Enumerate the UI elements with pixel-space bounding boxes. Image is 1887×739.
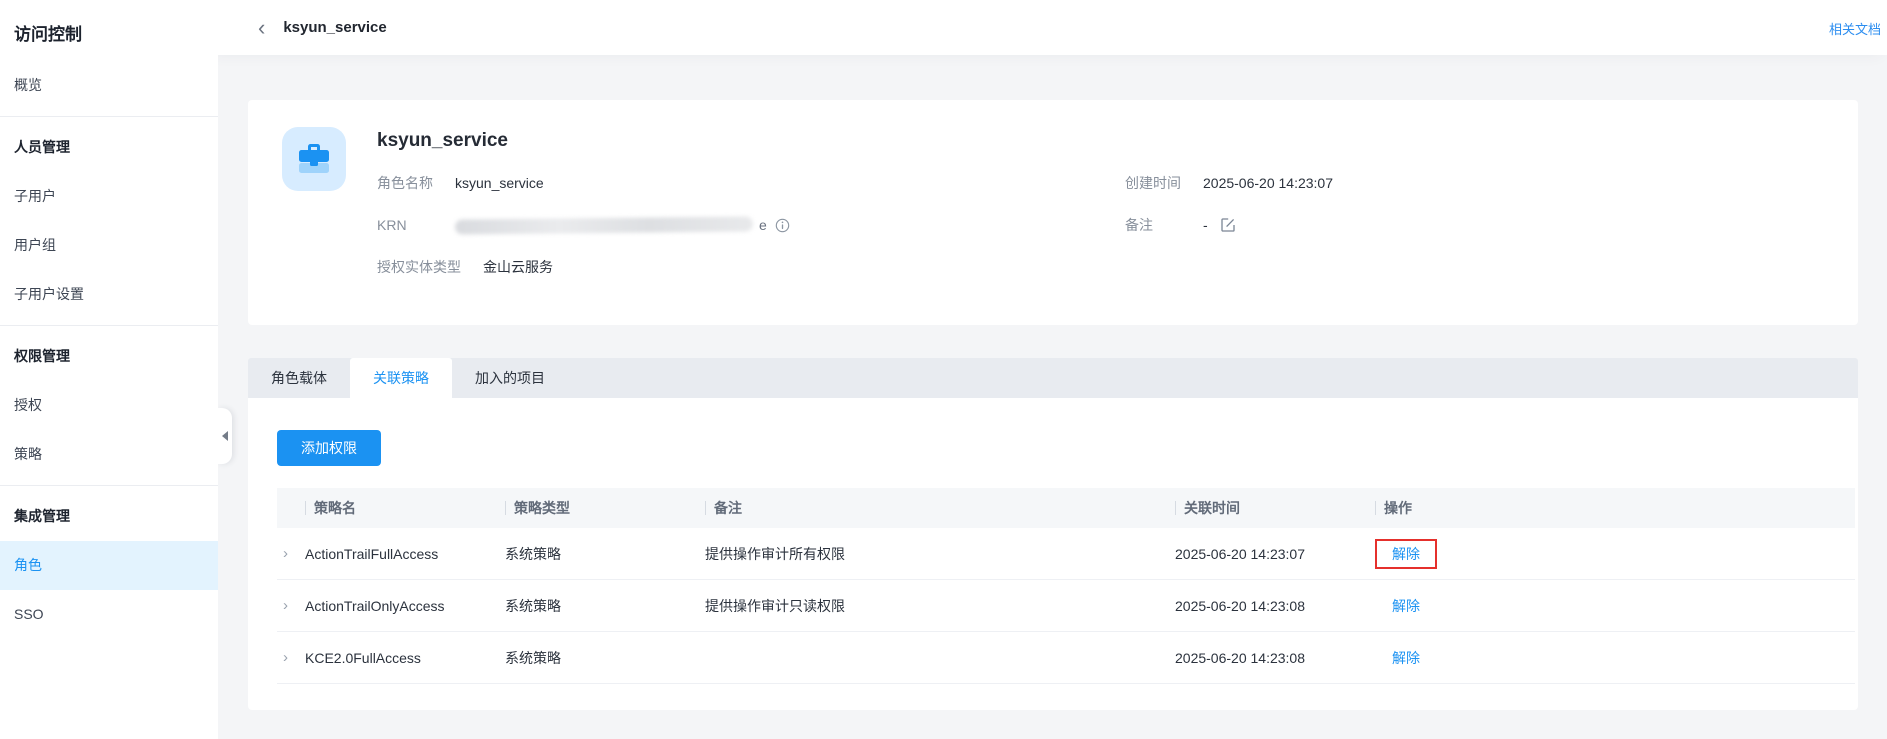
expand-row-icon[interactable]: › — [283, 545, 288, 562]
sidebar-section-user-management: 人员管理 — [0, 123, 218, 172]
sidebar-item-overview[interactable]: 概览 — [0, 61, 218, 110]
column-header-label: 备注 — [714, 500, 742, 516]
column-separator — [505, 501, 506, 515]
krn-visible-suffix: e — [759, 217, 767, 233]
policy-name: ActionTrailOnlyAccess — [305, 598, 505, 614]
column-header-action: 操作 — [1375, 498, 1855, 518]
column-header-label: 策略类型 — [514, 500, 570, 516]
sidebar-section-permission-management: 权限管理 — [0, 332, 218, 381]
page-title: ksyun_service — [283, 19, 386, 36]
sidebar-divider — [0, 485, 218, 486]
tab-attached-policies[interactable]: 关联策略 — [350, 358, 452, 398]
krn-value: e — [455, 217, 790, 233]
column-header-label: 关联时间 — [1184, 500, 1240, 516]
sidebar-item-user-group[interactable]: 用户组 — [0, 221, 218, 270]
entity-type-value: 金山云服务 — [483, 257, 553, 277]
column-separator — [705, 501, 706, 515]
attach-time: 2025-06-20 14:23:07 — [1175, 546, 1375, 562]
detail-tabs: 角色载体 关联策略 加入的项目 — [248, 358, 1858, 398]
table-header-row: 策略名 策略类型 备注 关联时间 操作 — [277, 488, 1855, 528]
related-docs-link[interactable]: 相关文档 — [1829, 19, 1881, 38]
policy-name: ActionTrailFullAccess — [305, 546, 505, 562]
role-info-card: ksyun_service 角色名称 ksyun_service KRN e 授… — [248, 100, 1858, 325]
expand-row-icon[interactable]: › — [283, 649, 288, 666]
role-title: ksyun_service — [377, 130, 508, 152]
back-icon[interactable]: ‹ — [254, 18, 269, 38]
collapse-left-icon — [222, 431, 228, 441]
sidebar-section-integration-management: 集成管理 — [0, 492, 218, 541]
sidebar: 访问控制 概览 人员管理 子用户 用户组 子用户设置 权限管理 授权 策略 集成… — [0, 0, 218, 739]
field-created-time: 创建时间 2025-06-20 14:23:07 — [1125, 172, 1333, 194]
annotation-highlight-box: 解除 — [1375, 539, 1437, 569]
sidebar-item-authorization[interactable]: 授权 — [0, 381, 218, 430]
policy-name: KCE2.0FullAccess — [305, 650, 505, 666]
column-header-policy-name: 策略名 — [305, 498, 505, 518]
column-header-remark: 备注 — [705, 498, 1175, 518]
role-briefcase-icon — [282, 127, 346, 191]
column-header-label: 操作 — [1384, 500, 1412, 516]
created-time-label: 创建时间 — [1125, 173, 1181, 193]
field-entity-type: 授权实体类型 金山云服务 — [377, 256, 553, 278]
policy-remark: 提供操作审计所有权限 — [705, 544, 1175, 564]
policy-type: 系统策略 — [505, 648, 705, 668]
policy-type: 系统策略 — [505, 596, 705, 616]
column-separator — [1175, 501, 1176, 515]
edit-remark-icon[interactable] — [1220, 217, 1236, 233]
table-row: › KCE2.0FullAccess 系统策略 2025-06-20 14:23… — [277, 632, 1855, 684]
attached-policies-panel: 添加权限 策略名 策略类型 备注 关联时间 操作 › ActionTrailFu… — [248, 398, 1858, 710]
krn-label: KRN — [377, 217, 433, 233]
sidebar-item-sub-user[interactable]: 子用户 — [0, 172, 218, 221]
expand-row-icon[interactable]: › — [283, 597, 288, 614]
column-separator — [305, 501, 306, 515]
attach-time: 2025-06-20 14:23:08 — [1175, 598, 1375, 614]
sidebar-item-sso[interactable]: SSO — [0, 590, 218, 639]
column-header-policy-type: 策略类型 — [505, 498, 705, 518]
add-permission-button[interactable]: 添加权限 — [277, 430, 381, 466]
info-icon[interactable] — [775, 218, 790, 233]
sidebar-item-sub-user-settings[interactable]: 子用户设置 — [0, 270, 218, 319]
sidebar-divider — [0, 116, 218, 117]
attach-time: 2025-06-20 14:23:08 — [1175, 650, 1375, 666]
sidebar-divider — [0, 325, 218, 326]
remark-label: 备注 — [1125, 215, 1181, 235]
detach-link[interactable]: 解除 — [1375, 650, 1420, 666]
policies-table: 策略名 策略类型 备注 关联时间 操作 › ActionTrailFullAcc… — [277, 488, 1855, 684]
policy-type: 系统策略 — [505, 544, 705, 564]
sidebar-item-role[interactable]: 角色 — [0, 541, 218, 590]
role-name-value: ksyun_service — [455, 175, 544, 191]
table-row: › ActionTrailFullAccess 系统策略 提供操作审计所有权限 … — [277, 528, 1855, 580]
page-header: ‹ ksyun_service 相关文档 — [218, 0, 1887, 55]
sidebar-collapse-handle[interactable] — [218, 408, 232, 464]
remark-value: - — [1203, 217, 1208, 233]
column-header-label: 策略名 — [314, 500, 356, 516]
krn-redacted-blur — [455, 216, 753, 234]
tab-role-carrier[interactable]: 角色载体 — [248, 358, 350, 398]
column-separator — [1375, 501, 1376, 515]
sidebar-item-policy[interactable]: 策略 — [0, 430, 218, 479]
created-time-value: 2025-06-20 14:23:07 — [1203, 175, 1333, 191]
policy-remark: 提供操作审计只读权限 — [705, 596, 1175, 616]
table-row: › ActionTrailOnlyAccess 系统策略 提供操作审计只读权限 … — [277, 580, 1855, 632]
field-remark: 备注 - — [1125, 214, 1236, 236]
role-name-label: 角色名称 — [377, 173, 433, 193]
field-role-name: 角色名称 ksyun_service — [377, 172, 544, 194]
tab-joined-projects[interactable]: 加入的项目 — [452, 358, 568, 398]
detach-link[interactable]: 解除 — [1392, 546, 1420, 562]
entity-type-label: 授权实体类型 — [377, 257, 461, 277]
column-header-attach-time: 关联时间 — [1175, 498, 1375, 518]
sidebar-title: 访问控制 — [0, 0, 218, 61]
detach-link[interactable]: 解除 — [1375, 598, 1420, 614]
field-krn: KRN e — [377, 214, 790, 236]
